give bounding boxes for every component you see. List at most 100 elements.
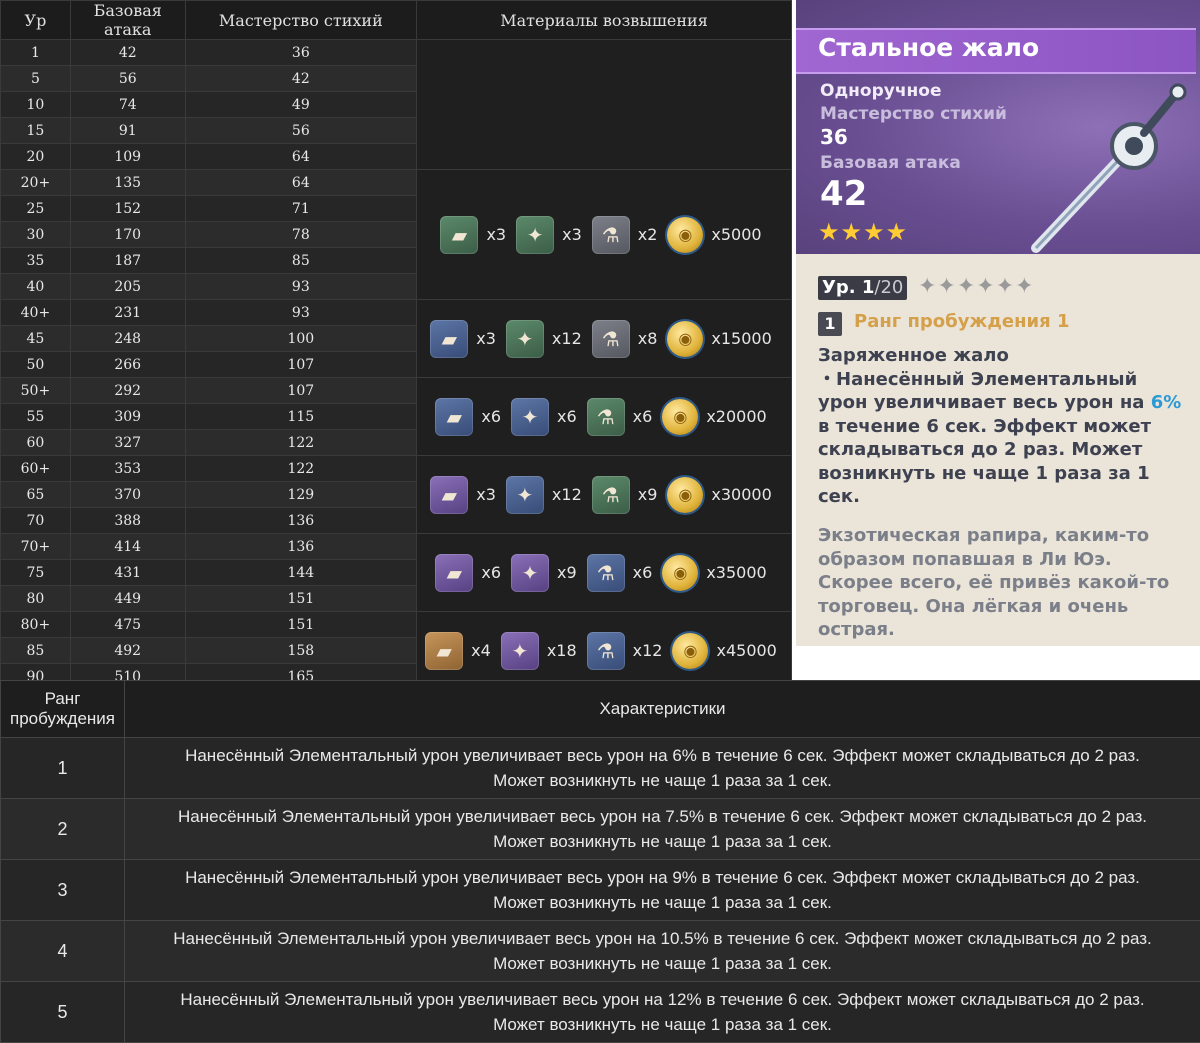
- material-count: x5000: [711, 225, 761, 244]
- elemental-mastery-cell: 85: [185, 248, 416, 274]
- refinement-row: 5Нанесённый Элементальный урон увеличива…: [1, 982, 1200, 1043]
- elemental-mastery-cell: 136: [185, 508, 416, 534]
- header-characteristics: Характеристики: [125, 681, 1200, 738]
- base-attack-cell: 414: [70, 534, 185, 560]
- ascension-materials-cell: ▰x3✦x3⚗x2◉x5000: [417, 170, 792, 300]
- material-list: ▰x6✦x6⚗x6◉x20000: [417, 398, 791, 436]
- base-attack-cell: 91: [70, 118, 185, 144]
- refinement-label: Ранг пробуждения 1: [854, 311, 1070, 332]
- level-cell: 60: [1, 430, 71, 456]
- elemental-mastery-cell: 158: [185, 638, 416, 664]
- refinement-row: 4Нанесённый Элементальный урон увеличива…: [1, 921, 1200, 982]
- passive-text-part1: ・Нанесённый Элементальный урон увеличива…: [818, 369, 1151, 414]
- weapon-card-header: Стальное жало Одноручное Мастерство стих…: [796, 0, 1200, 254]
- mora-icon: ◉: [662, 399, 698, 435]
- refinement-description: Нанесённый Элементальный урон увеличивае…: [125, 738, 1200, 799]
- material-count: x6: [481, 407, 501, 426]
- material-count: x3: [476, 485, 496, 504]
- base-attack-cell: 327: [70, 430, 185, 456]
- material-count: x15000: [711, 329, 771, 348]
- base-attack-cell: 152: [70, 196, 185, 222]
- level-cell: 80: [1, 586, 71, 612]
- base-attack-cell: 449: [70, 586, 185, 612]
- elemental-mastery-cell: 56: [185, 118, 416, 144]
- level-cell: 20+: [1, 170, 71, 196]
- elite-drop-icon: ✦: [511, 554, 549, 592]
- common-drop-icon: ⚗: [587, 554, 625, 592]
- header-level: Ур: [1, 1, 71, 40]
- common-drop-icon: ⚗: [592, 476, 630, 514]
- material-list: ▰x4✦x18⚗x12◉x45000: [417, 632, 791, 670]
- table-row: 14236: [1, 40, 792, 66]
- material-list: ▰x3✦x3⚗x2◉x5000: [417, 216, 791, 254]
- base-attack-cell: 187: [70, 248, 185, 274]
- common-drop-icon: ⚗: [592, 216, 630, 254]
- elemental-mastery-cell: 151: [185, 612, 416, 638]
- level-current: Ур. 1: [822, 277, 874, 298]
- material-count: x6: [481, 563, 501, 582]
- base-attack-cell: 248: [70, 326, 185, 352]
- refinement-row: 1Нанесённый Элементальный урон увеличива…: [1, 738, 1200, 799]
- level-cell: 80+: [1, 612, 71, 638]
- base-attack-cell: 170: [70, 222, 185, 248]
- elemental-mastery-cell: 64: [185, 144, 416, 170]
- elemental-mastery-cell: 144: [185, 560, 416, 586]
- weapon-lore: Экзотическая рапира, каким-то образом по…: [818, 524, 1186, 642]
- level-cell: 60+: [1, 456, 71, 482]
- base-attack-cell: 205: [70, 274, 185, 300]
- base-attack-value: 42: [820, 174, 867, 214]
- weapon-material-icon: ▰: [440, 216, 478, 254]
- header-elemental-mastery: Мастерство стихий: [185, 1, 416, 40]
- level-cell: 10: [1, 92, 71, 118]
- base-attack-cell: 292: [70, 378, 185, 404]
- elite-drop-icon-glyph: ✦: [511, 639, 528, 663]
- material-count: x2: [638, 225, 658, 244]
- elite-drop-icon: ✦: [501, 632, 539, 670]
- weapon-material-icon-glyph: ▰: [436, 639, 451, 663]
- base-attack-cell: 492: [70, 638, 185, 664]
- material-count: x6: [633, 563, 653, 582]
- passive-description: Заряженное жало ・Нанесённый Элементальны…: [818, 344, 1186, 509]
- weapon-material-icon-glyph: ▰: [442, 327, 457, 351]
- level-cell: 5: [1, 66, 71, 92]
- material-count: x6: [633, 407, 653, 426]
- common-drop-icon: ⚗: [587, 398, 625, 436]
- level-cell: 45: [1, 326, 71, 352]
- elemental-mastery-cell: 93: [185, 274, 416, 300]
- refinement-row: 2Нанесённый Элементальный урон увеличива…: [1, 799, 1200, 860]
- refinement-line-2: Может возникнуть не чаще 1 раза за 1 сек…: [125, 951, 1200, 976]
- material-count: x12: [552, 485, 582, 504]
- ascension-stars-icon: ✦✦✦✦✦✦: [918, 274, 1035, 299]
- material-list: ▰x3✦x12⚗x8◉x15000: [417, 320, 791, 358]
- material-count: x30000: [711, 485, 771, 504]
- ascension-materials-cell: ▰x6✦x6⚗x6◉x20000: [417, 378, 792, 456]
- common-drop-icon-glyph: ⚗: [597, 405, 615, 429]
- mora-icon-glyph: ◉: [673, 563, 687, 582]
- elemental-mastery-cell: 107: [185, 352, 416, 378]
- refinement-description: Нанесённый Элементальный урон увеличивае…: [125, 982, 1200, 1043]
- material-count: x35000: [706, 563, 766, 582]
- level-cell: 70: [1, 508, 71, 534]
- refinement-rank: 2: [1, 799, 125, 860]
- refinement-row: 3Нанесённый Элементальный урон увеличива…: [1, 860, 1200, 921]
- elemental-mastery-cell: 36: [185, 40, 416, 66]
- passive-name: Заряженное жало: [818, 344, 1186, 368]
- weapon-material-icon-glyph: ▰: [442, 483, 457, 507]
- level-cell: 55: [1, 404, 71, 430]
- level-cell: 75: [1, 560, 71, 586]
- level-cell: 15: [1, 118, 71, 144]
- elemental-mastery-cell: 100: [185, 326, 416, 352]
- material-count: x9: [638, 485, 658, 504]
- common-drop-icon-glyph: ⚗: [597, 561, 615, 585]
- mora-icon: ◉: [667, 217, 703, 253]
- weapon-name: Стальное жало: [818, 33, 1039, 62]
- table-row: 40+23193▰x3✦x12⚗x8◉x15000: [1, 300, 792, 326]
- ascension-stats-panel: Ур Базовая атака Мастерство стихий Матер…: [0, 0, 792, 676]
- refinement-rank: 4: [1, 921, 125, 982]
- weapon-material-icon: ▰: [430, 476, 468, 514]
- elemental-mastery-cell: 78: [185, 222, 416, 248]
- substat-value: 36: [820, 125, 848, 149]
- weapon-material-icon-glyph: ▰: [447, 405, 462, 429]
- mora-icon: ◉: [667, 477, 703, 513]
- elemental-mastery-cell: 129: [185, 482, 416, 508]
